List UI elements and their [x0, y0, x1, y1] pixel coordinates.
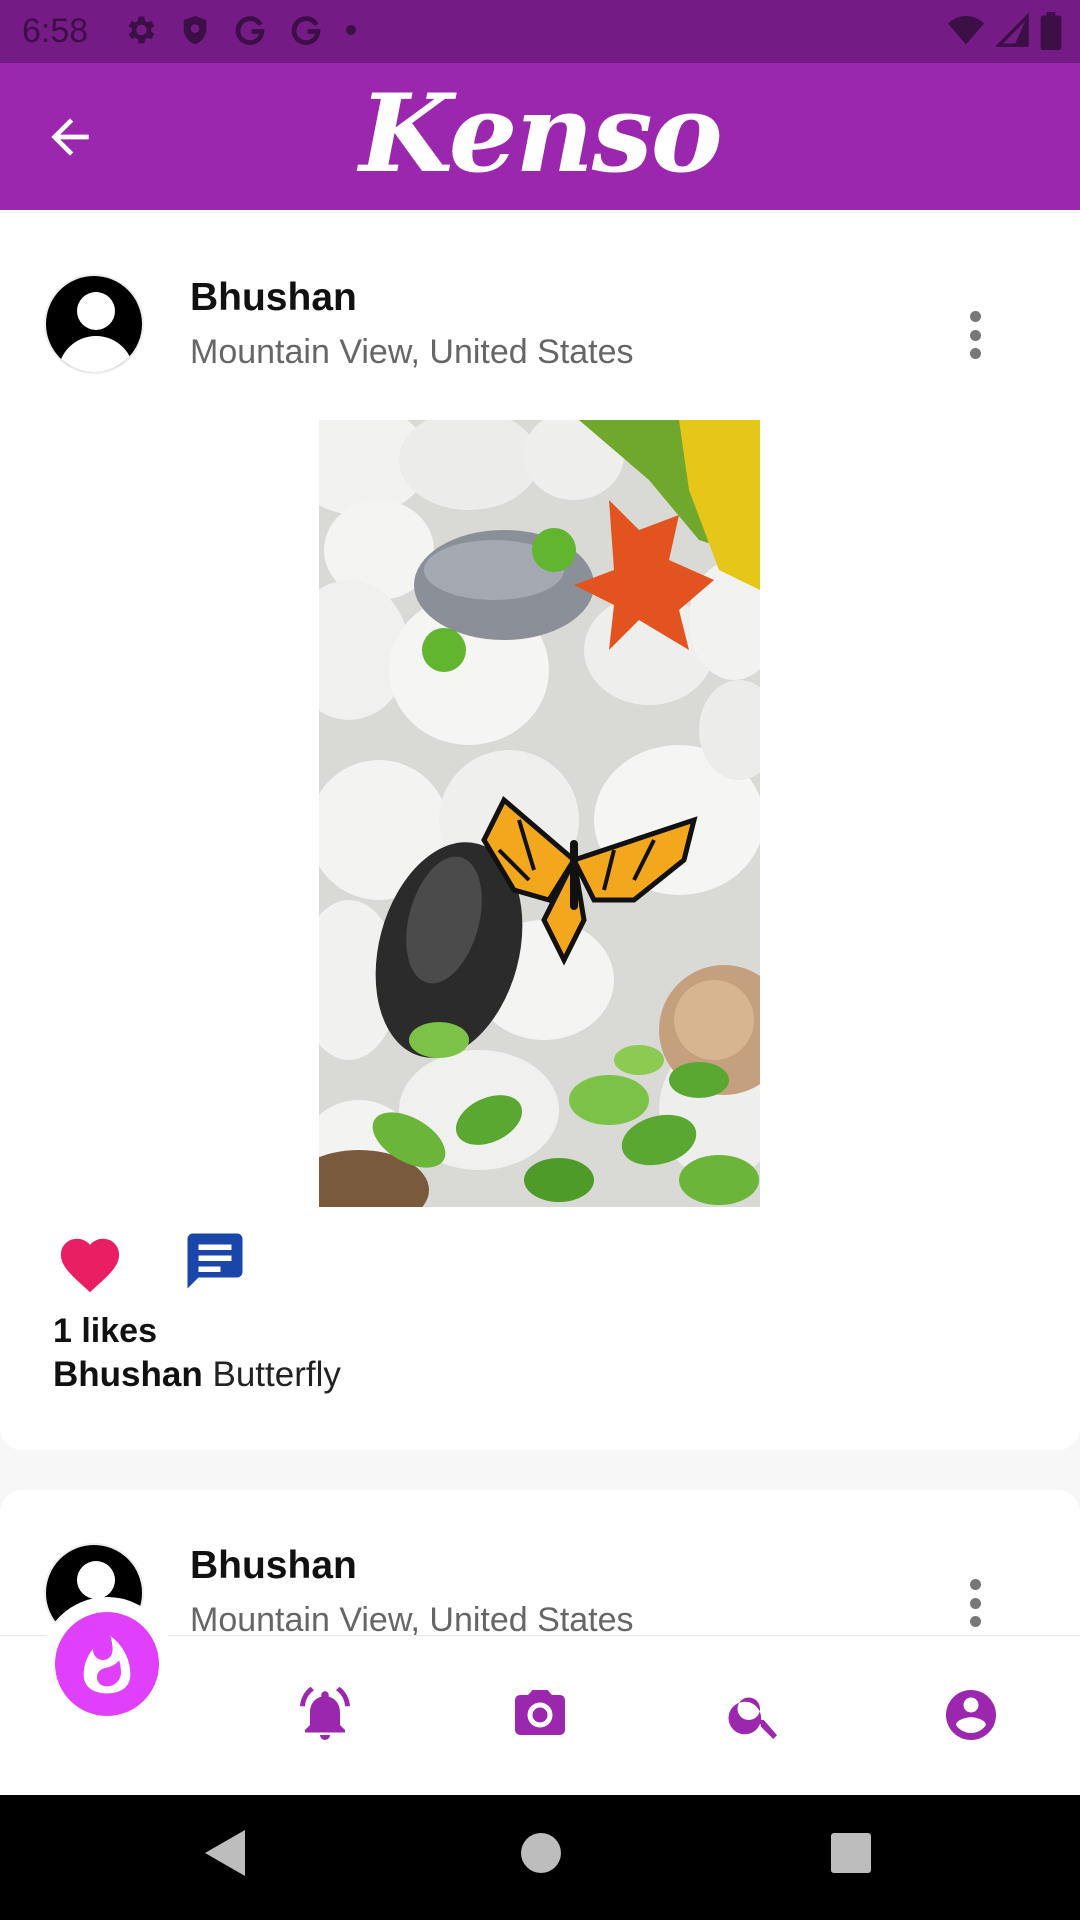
post-username[interactable]: Bhushan: [190, 276, 357, 320]
post-card: Bhushan Mountain View, United States: [0, 210, 1080, 1450]
post-username[interactable]: Bhushan: [190, 1544, 357, 1588]
post-card: Bhushan Mountain View, United States: [0, 1490, 1080, 1635]
nav-camera[interactable]: [510, 1685, 570, 1745]
status-time: 6:58: [22, 12, 89, 50]
system-recents-icon[interactable]: [831, 1833, 871, 1873]
more-options-button[interactable]: [960, 305, 990, 365]
post-image[interactable]: [319, 420, 760, 1207]
google-icon: [291, 16, 321, 45]
caption-username[interactable]: Bhushan: [53, 1355, 203, 1394]
status-bar: 6:58: [0, 0, 1080, 63]
nav-notifications[interactable]: [295, 1685, 355, 1745]
comment-icon: [187, 1233, 243, 1289]
status-icons-left: [122, 12, 358, 48]
post-location: Mountain View, United States: [190, 333, 634, 371]
account-icon: [946, 1690, 996, 1740]
signal-icon: [996, 13, 1029, 47]
post-location: Mountain View, United States: [190, 1601, 634, 1635]
settings-icon: [128, 16, 155, 44]
feed[interactable]: Bhushan Mountain View, United States 1 l…: [0, 210, 1080, 1635]
fire-icon: [83, 1636, 131, 1694]
post-caption: Bhushan Butterfly: [53, 1355, 341, 1395]
comment-button[interactable]: [182, 1228, 248, 1294]
heart-icon: [60, 1238, 120, 1293]
caption-text: Butterfly: [212, 1355, 341, 1394]
app-logo: Kenso: [359, 71, 723, 197]
app-bar: Kenso: [0, 63, 1080, 210]
wifi-icon: [948, 16, 984, 45]
like-button[interactable]: [55, 1230, 125, 1294]
search-icon: [728, 1697, 777, 1739]
fire-button[interactable]: [55, 1612, 159, 1716]
system-nav-bar: [0, 1795, 1080, 1920]
nav-search[interactable]: [725, 1685, 785, 1745]
avatar[interactable]: [44, 274, 144, 374]
battery-icon: [1040, 12, 1062, 50]
google-icon: [235, 16, 265, 45]
more-options-button[interactable]: [960, 1573, 990, 1633]
nav-account[interactable]: [941, 1685, 1001, 1745]
likes-count[interactable]: 1 likes: [53, 1312, 157, 1351]
system-home-icon[interactable]: [521, 1833, 561, 1873]
camera-icon: [515, 1690, 565, 1735]
notifications-icon: [300, 1686, 350, 1740]
system-back-icon[interactable]: [205, 1830, 245, 1876]
status-icons-right: [946, 12, 1062, 50]
notification-dot-icon: [346, 25, 356, 35]
shield-icon: [183, 15, 207, 45]
